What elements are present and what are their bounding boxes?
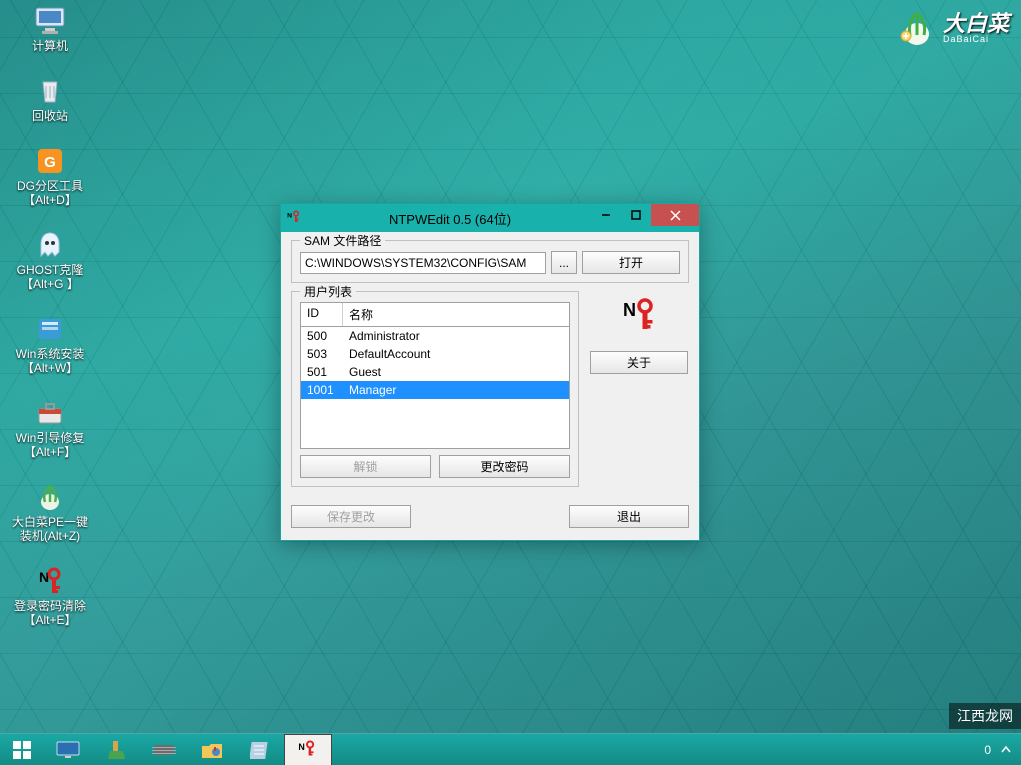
ntpwedit-window: N NTPWEdit 0.5 (64位) SAM 文件路径 ... 打开: [280, 203, 700, 541]
taskbar-item-notes[interactable]: [236, 734, 284, 765]
svg-text:N: N: [287, 212, 292, 219]
desktop-icon-recycle[interactable]: 回收站: [10, 75, 90, 123]
user-listbox[interactable]: 500Administrator503DefaultAccount501Gues…: [300, 327, 570, 449]
list-row[interactable]: 1001Manager: [301, 381, 569, 399]
system-tray[interactable]: 0: [974, 734, 1021, 765]
taskbar: N 0: [0, 733, 1021, 765]
titlebar[interactable]: N NTPWEdit 0.5 (64位): [281, 204, 699, 232]
desktop-icon-label: 大白菜PE一键 装机(Alt+Z): [12, 515, 88, 543]
brand-logo: 大白菜 DaBaiCai: [897, 8, 1009, 48]
brush-icon: [105, 739, 127, 761]
app-logo-icon: N: [614, 291, 664, 341]
svg-text:N: N: [298, 742, 304, 752]
toolbox-icon: [32, 397, 68, 429]
about-button[interactable]: 关于: [590, 351, 688, 374]
userlist-legend: 用户列表: [300, 283, 356, 300]
cell-id: 1001: [301, 381, 343, 399]
col-id-header[interactable]: ID: [301, 303, 343, 326]
brand-cn: 大白菜: [943, 13, 1009, 35]
window-title: NTPWEdit 0.5 (64位): [309, 209, 591, 228]
svg-text:G: G: [44, 154, 56, 171]
diskgenius-icon: G: [32, 145, 68, 177]
monitor-icon: [55, 740, 81, 760]
taskbar-item-cleaner[interactable]: [92, 734, 140, 765]
desktop-icon-label: Win系统安装 【Alt+W】: [16, 347, 85, 375]
computer-icon: [32, 5, 68, 37]
save-button[interactable]: 保存更改: [291, 505, 411, 528]
folder-tools-icon: [200, 739, 224, 761]
desktop-icon-label: 回收站: [32, 109, 68, 123]
desktop-icons: 计算机 回收站 G DG分区工具 【Alt+D】 GHOST克隆 【Alt+G …: [10, 5, 90, 627]
list-row[interactable]: 501Guest: [301, 363, 569, 381]
taskbar-item-ntpwedit[interactable]: N: [284, 734, 332, 765]
cell-name: Guest: [343, 363, 569, 381]
spacer: [421, 505, 559, 528]
cell-name: Administrator: [343, 327, 569, 345]
col-name-header[interactable]: 名称: [343, 303, 569, 326]
unlock-button[interactable]: 解锁: [300, 455, 431, 478]
browse-button[interactable]: ...: [551, 251, 577, 274]
tray-text: 0: [984, 743, 991, 757]
sam-path-input[interactable]: [300, 252, 546, 274]
taskbar-item-tools[interactable]: [188, 734, 236, 765]
chevron-up-icon[interactable]: [1001, 743, 1011, 757]
cell-id: 500: [301, 327, 343, 345]
desktop-icon-computer[interactable]: 计算机: [10, 5, 90, 53]
brand-en: DaBaiCai: [943, 35, 1009, 44]
key-lock-icon: N: [32, 565, 68, 597]
side-column: N 关于: [589, 291, 689, 374]
cell-name: Manager: [343, 381, 569, 399]
taskbar-item-hardware[interactable]: [140, 734, 188, 765]
cell-name: DefaultAccount: [343, 345, 569, 363]
ghost-icon: [32, 229, 68, 261]
start-button[interactable]: [0, 734, 44, 765]
list-row[interactable]: 503DefaultAccount: [301, 345, 569, 363]
key-lock-icon: N: [297, 739, 319, 761]
desktop[interactable]: 计算机 回收站 G DG分区工具 【Alt+D】 GHOST克隆 【Alt+G …: [0, 0, 1021, 765]
desktop-icon-pwclear[interactable]: N 登录密码清除 【Alt+E】: [10, 565, 90, 627]
sam-path-group: SAM 文件路径 ... 打开: [291, 240, 689, 283]
desktop-icon-dg[interactable]: G DG分区工具 【Alt+D】: [10, 145, 90, 207]
cabbage-icon: [32, 481, 68, 513]
window-body: SAM 文件路径 ... 打开 用户列表 ID 名称 500Administra…: [281, 232, 699, 540]
desktop-icon-wininstall[interactable]: Win系统安装 【Alt+W】: [10, 313, 90, 375]
svg-text:N: N: [623, 300, 636, 320]
userlist-group: 用户列表 ID 名称 500Administrator503DefaultAcc…: [291, 291, 579, 487]
notepad-icon: [250, 739, 270, 761]
minimize-button[interactable]: [591, 204, 621, 226]
list-header: ID 名称: [300, 302, 570, 327]
desktop-icon-label: Win引导修复 【Alt+F】: [16, 431, 85, 459]
desktop-icon-label: 计算机: [32, 39, 68, 53]
installer-icon: [32, 313, 68, 345]
change-password-button[interactable]: 更改密码: [439, 455, 570, 478]
watermark: 江西龙网: [949, 703, 1021, 729]
taskbar-item-desktop[interactable]: [44, 734, 92, 765]
app-icon: N: [281, 209, 309, 227]
chip-icon: [152, 742, 176, 758]
desktop-icon-label: 登录密码清除 【Alt+E】: [14, 599, 86, 627]
desktop-icon-bootfix[interactable]: Win引导修复 【Alt+F】: [10, 397, 90, 459]
recycle-bin-icon: [32, 75, 68, 107]
maximize-button[interactable]: [621, 204, 651, 226]
cabbage-mascot-icon: [897, 8, 937, 48]
cell-id: 503: [301, 345, 343, 363]
window-controls: [591, 204, 699, 226]
cell-id: 501: [301, 363, 343, 381]
svg-text:N: N: [39, 569, 49, 585]
desktop-icon-ghost[interactable]: GHOST克隆 【Alt+G 】: [10, 229, 90, 291]
sam-legend: SAM 文件路径: [300, 232, 385, 249]
open-button[interactable]: 打开: [582, 251, 680, 274]
desktop-icon-label: GHOST克隆 【Alt+G 】: [17, 263, 84, 291]
desktop-icon-dabaicai[interactable]: 大白菜PE一键 装机(Alt+Z): [10, 481, 90, 543]
exit-button[interactable]: 退出: [569, 505, 689, 528]
list-row[interactable]: 500Administrator: [301, 327, 569, 345]
desktop-icon-label: DG分区工具 【Alt+D】: [17, 179, 83, 207]
close-button[interactable]: [651, 204, 699, 226]
